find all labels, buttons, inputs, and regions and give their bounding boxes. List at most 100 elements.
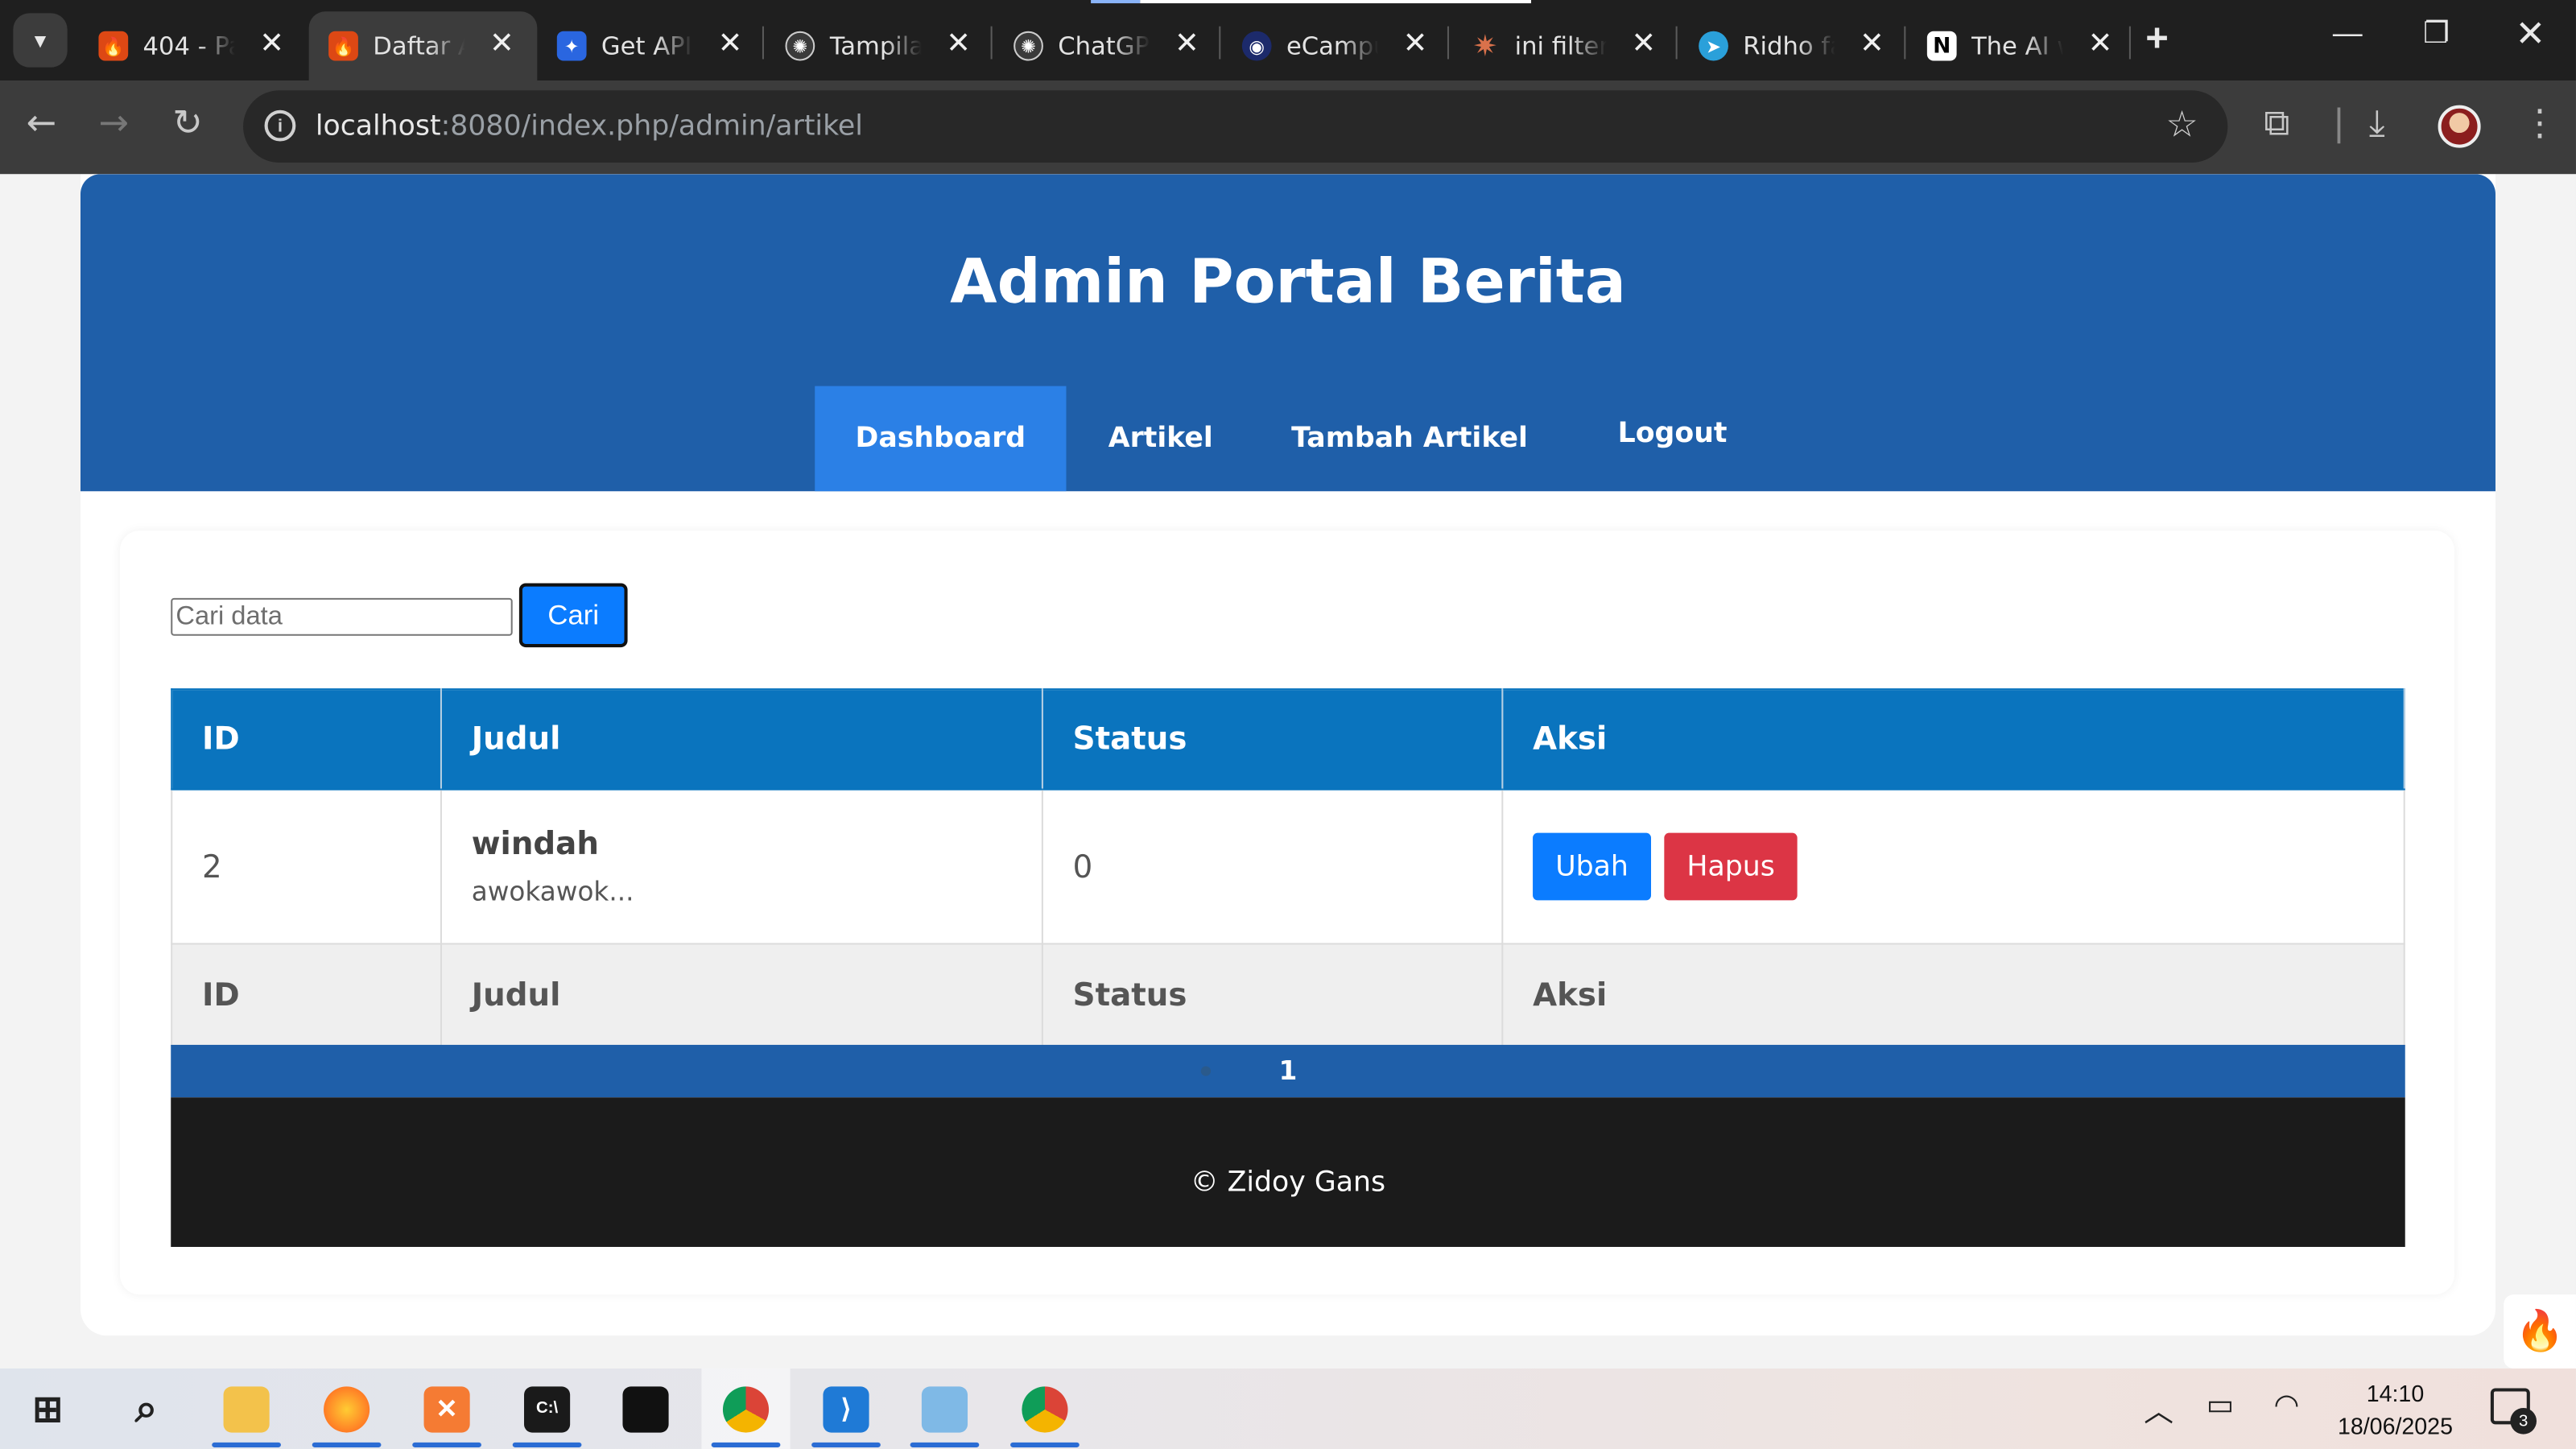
profile-avatar[interactable] (2438, 105, 2481, 148)
site-footer: © Zidoy Gans (171, 1097, 2405, 1247)
nav-tambah-artikel[interactable]: Tambah Artikel (1255, 386, 1564, 492)
new-tab-plus-icon[interactable]: + (2145, 16, 2169, 62)
forward-arrow-icon[interactable]: → (98, 104, 129, 145)
browser-toolbar: ← → ↻ i localhost:8080/index.php/admin/a… (0, 80, 2576, 175)
url-host: localhost (315, 109, 441, 143)
articles-table: ID Judul Status Aksi 2 windah awokawok..… (171, 688, 2405, 1046)
chrome-profile-icon[interactable] (1001, 1368, 1089, 1449)
tab-title: ini filter (1514, 31, 1607, 61)
wifi-icon[interactable]: ◠ (2273, 1388, 2299, 1422)
minimize-icon[interactable]: — (2333, 16, 2363, 51)
browser-tab[interactable]: N The AI w ✕ (1907, 11, 2136, 80)
chevron-down-icon: ▼ (30, 28, 51, 52)
battery-icon[interactable]: ▭ (2207, 1388, 2235, 1422)
xampp-icon[interactable]: ✕ (402, 1368, 491, 1449)
browser-tab[interactable]: 🔥 404 - Pa ✕ (79, 11, 308, 80)
browser-tab[interactable]: ✷ ini filter ✕ (1451, 11, 1679, 80)
close-icon[interactable]: ✕ (1174, 27, 1199, 61)
browser-tab[interactable]: ✺ ChatGPT ✕ (994, 11, 1223, 80)
search-button[interactable]: Cari (518, 583, 628, 648)
tab-search-button[interactable]: ▼ (13, 13, 68, 68)
column-header-judul: Judul (440, 688, 1043, 791)
delete-button[interactable]: Hapus (1664, 832, 1798, 901)
windows-start-icon[interactable]: ⊞ (3, 1368, 92, 1449)
cell-status: 0 (1041, 788, 1504, 945)
close-icon[interactable]: ✕ (1860, 27, 1885, 61)
edit-button[interactable]: Ubah (1533, 832, 1652, 901)
command-prompt-icon[interactable]: C:\ (502, 1368, 591, 1449)
nav-logout[interactable]: Logout (1564, 381, 1781, 486)
column-header-id: ID (171, 688, 442, 791)
vscode-icon[interactable]: ⟩ (802, 1368, 890, 1449)
close-icon[interactable]: ✕ (259, 27, 284, 61)
close-icon[interactable]: ✕ (489, 27, 514, 61)
terminal-icon[interactable] (601, 1368, 690, 1449)
codeigniter-icon: 🔥 (98, 31, 129, 61)
search-input[interactable] (171, 597, 513, 636)
tab-divider (1447, 26, 1449, 60)
tab-title: Tampilan (829, 31, 922, 61)
screen: ▼ 🔥 404 - Pa ✕ 🔥 Daftar A ✕ ✦ Get API ✕ … (0, 0, 2576, 1449)
tab-title: Ridho fa (1743, 31, 1835, 61)
back-arrow-icon[interactable]: ← (27, 104, 57, 145)
table-header-row: ID Judul Status Aksi (171, 688, 2405, 791)
close-icon[interactable]: ✕ (718, 27, 743, 61)
nav-artikel[interactable]: Artikel (1066, 386, 1255, 492)
toolbar-divider: | (2332, 103, 2346, 145)
close-icon[interactable]: ✕ (1631, 27, 1656, 61)
browser-tab[interactable]: ◉ eCampus ✕ (1222, 11, 1451, 80)
url-text[interactable]: localhost:8080/index.php/admin/artikel (316, 110, 863, 143)
browser-tab-strip: ▼ 🔥 404 - Pa ✕ 🔥 Daftar A ✕ ✦ Get API ✕ … (0, 0, 2576, 80)
web-page: Admin Portal Berita Dashboard Artikel Ta… (0, 174, 2576, 1368)
menu-kebab-icon[interactable]: ⋮ (2522, 104, 2558, 145)
footer-cell-aksi: Aksi (1501, 943, 2405, 1046)
pagination-page-1[interactable]: 1 (171, 1055, 2405, 1086)
openai-icon: ✺ (785, 31, 815, 61)
search-icon[interactable]: ⌕ (102, 1368, 191, 1449)
tab-divider (1219, 26, 1221, 60)
tab-title: 404 - Pa (142, 31, 235, 61)
tab-title: eCampus (1286, 31, 1378, 61)
windows-taskbar: ⊞ ⌕ ✕ C:\ ⟩ ︿ ▭ ◠ 14:10 18/06/2025 3 (0, 1368, 2576, 1449)
file-explorer-icon[interactable] (202, 1368, 291, 1449)
codeigniter-debug-toolbar-icon[interactable]: 🔥 (2504, 1294, 2576, 1368)
browser-tab[interactable]: ✦ Get API ✕ (537, 11, 766, 80)
url-path: :8080/index.php/admin/artikel (440, 109, 863, 143)
site-info-icon[interactable]: i (264, 109, 296, 142)
close-icon[interactable]: ✕ (946, 27, 971, 61)
claude-icon: ✷ (1472, 28, 1498, 64)
footer-cell-id: ID (171, 943, 442, 1046)
ecampus-icon: ◉ (1241, 31, 1272, 61)
chevron-up-icon[interactable]: ︿ (2144, 1388, 2174, 1430)
firefox-icon[interactable] (303, 1368, 391, 1449)
window-close-icon[interactable]: ✕ (2515, 13, 2545, 56)
telegram-icon: ➤ (1699, 31, 1728, 61)
pagination: 1 (171, 1044, 2405, 1098)
tab-title: ChatGPT (1058, 31, 1150, 61)
tab-title: Daftar A (373, 31, 465, 61)
extensions-puzzle-icon[interactable]: ⧉ (2264, 104, 2289, 145)
browser-tab[interactable]: ➤ Ridho fa ✕ (1679, 11, 1908, 80)
address-bar[interactable]: i localhost:8080/index.php/admin/artikel… (243, 90, 2228, 163)
system-clock[interactable]: 14:10 18/06/2025 (2330, 1377, 2461, 1443)
restore-icon[interactable]: ❐ (2423, 16, 2450, 51)
close-icon[interactable]: ✕ (2088, 27, 2113, 61)
download-icon[interactable]: ⤓ (2369, 104, 2385, 145)
notepad-icon[interactable] (900, 1368, 989, 1449)
reload-icon[interactable]: ↻ (172, 104, 203, 145)
close-icon[interactable]: ✕ (1403, 27, 1428, 61)
chrome-icon[interactable] (701, 1368, 791, 1449)
clock-time: 14:10 (2366, 1380, 2425, 1406)
browser-tab[interactable]: ✺ Tampilan ✕ (766, 11, 994, 80)
bookmark-star-icon[interactable]: ☆ (2165, 104, 2198, 147)
article-title: windah (471, 826, 599, 863)
nav-dashboard[interactable]: Dashboard (815, 386, 1067, 492)
browser-tab-active[interactable]: 🔥 Daftar A ✕ (308, 11, 538, 80)
tab-loading-indicator (1140, 0, 1532, 4)
codeigniter-icon: 🔥 (328, 31, 358, 61)
cell-aksi: Ubah Hapus (1501, 788, 2405, 945)
content-card: Cari ID Judul Status Aksi 2 (119, 530, 2454, 1295)
tab-title: Get API (601, 31, 692, 61)
tab-loading-indicator (1091, 0, 1141, 4)
footer-cell-judul: Judul (440, 943, 1043, 1046)
